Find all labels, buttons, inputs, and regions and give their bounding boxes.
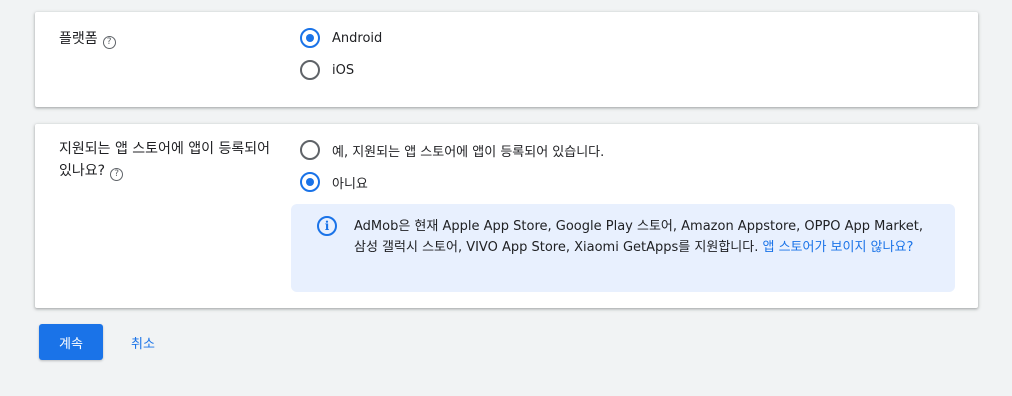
info-text: AdMob은 현재 Apple App Store, Google Play 스…	[354, 216, 934, 258]
missing-store-link[interactable]: 앱 스토어가 보이지 않나요?	[762, 240, 913, 255]
help-icon[interactable]: ?	[110, 168, 124, 181]
radio-store-yes-button[interactable]	[300, 140, 320, 160]
radio-ios[interactable]: iOS	[300, 59, 354, 81]
continue-button[interactable]: 계속	[39, 324, 103, 360]
radio-store-yes-label: 예, 지원되는 앱 스토어에 앱이 등록되어 있습니다.	[332, 144, 605, 160]
help-icon[interactable]: ?	[102, 36, 116, 49]
info-box: i AdMob은 현재 Apple App Store, Google Play…	[291, 204, 955, 292]
radio-ios-label: iOS	[332, 62, 355, 78]
platform-label: 플랫폼	[59, 31, 98, 47]
cancel-button[interactable]: 취소	[118, 324, 168, 360]
radio-android-label: Android	[332, 30, 383, 46]
radio-store-no-label: 아니요	[332, 176, 368, 192]
radio-store-yes[interactable]: 예, 지원되는 앱 스토어에 앱이 등록되어 있습니다.	[300, 139, 604, 161]
radio-android[interactable]: Android	[300, 27, 382, 49]
app-store-card: 지원되는 앱 스토어에 앱이 등록되어 있나요?? 예, 지원되는 앱 스토어에…	[35, 124, 978, 308]
platform-card: 플랫폼? Android iOS	[35, 12, 978, 107]
radio-android-button[interactable]	[300, 28, 320, 48]
radio-store-no[interactable]: 아니요	[300, 171, 368, 193]
radio-store-no-button[interactable]	[300, 172, 320, 192]
store-question: 지원되는 앱 스토어에 앱이 등록되어 있나요??	[59, 138, 279, 182]
info-icon: i	[317, 216, 337, 236]
store-label: 지원되는 앱 스토어에 앱이 등록되어 있나요?	[59, 141, 270, 179]
radio-ios-button[interactable]	[300, 60, 320, 80]
platform-question: 플랫폼?	[59, 28, 116, 50]
